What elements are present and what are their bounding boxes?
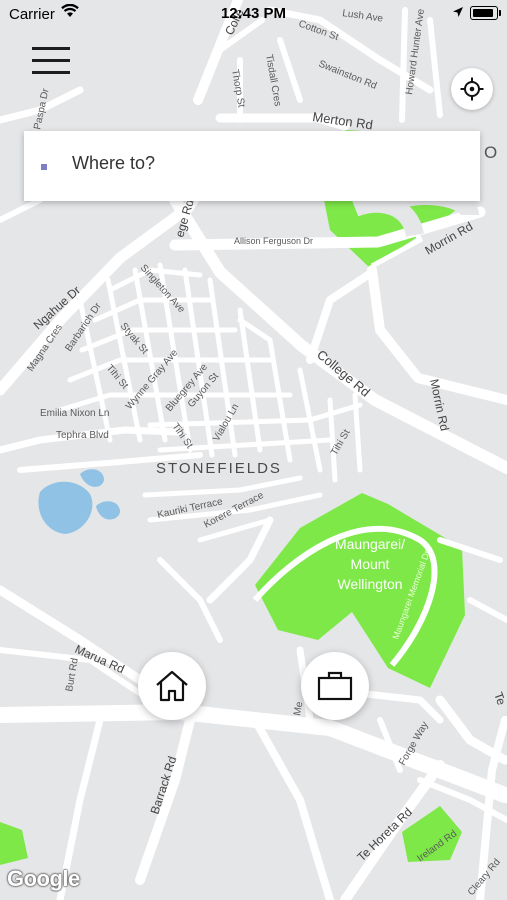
home-icon — [156, 670, 188, 702]
status-bar: Carrier 12:43 PM — [0, 0, 507, 28]
battery-icon — [470, 6, 501, 20]
suburb-label: STONEFIELDS — [156, 460, 282, 477]
street-label: Emilia Nixon Ln — [40, 408, 109, 419]
park-label: Wellington — [337, 576, 402, 592]
park-label: Maungarei/ — [335, 536, 405, 552]
destination-square-icon — [41, 164, 47, 170]
home-shortcut-button[interactable] — [138, 652, 206, 720]
menu-button[interactable] — [28, 44, 74, 80]
google-logo: Google — [7, 866, 80, 891]
where-to-search[interactable]: Where to? — [24, 131, 480, 201]
search-placeholder: Where to? — [72, 153, 156, 173]
location-arrow-icon — [453, 7, 463, 17]
hamburger-icon-bar — [32, 59, 70, 62]
street-label: Allison Ferguson Dr — [234, 236, 313, 246]
street-label: O — [484, 143, 497, 162]
clock: 12:43 PM — [220, 5, 287, 22]
park-label: Mount — [351, 556, 390, 572]
street-label: Tephra Blvd — [56, 430, 109, 441]
work-shortcut-button[interactable] — [301, 652, 369, 720]
hamburger-icon-bar — [32, 71, 70, 74]
briefcase-icon — [317, 671, 353, 701]
locate-me-button[interactable] — [451, 68, 493, 110]
crosshair-icon — [460, 77, 484, 101]
hamburger-icon — [32, 47, 70, 50]
